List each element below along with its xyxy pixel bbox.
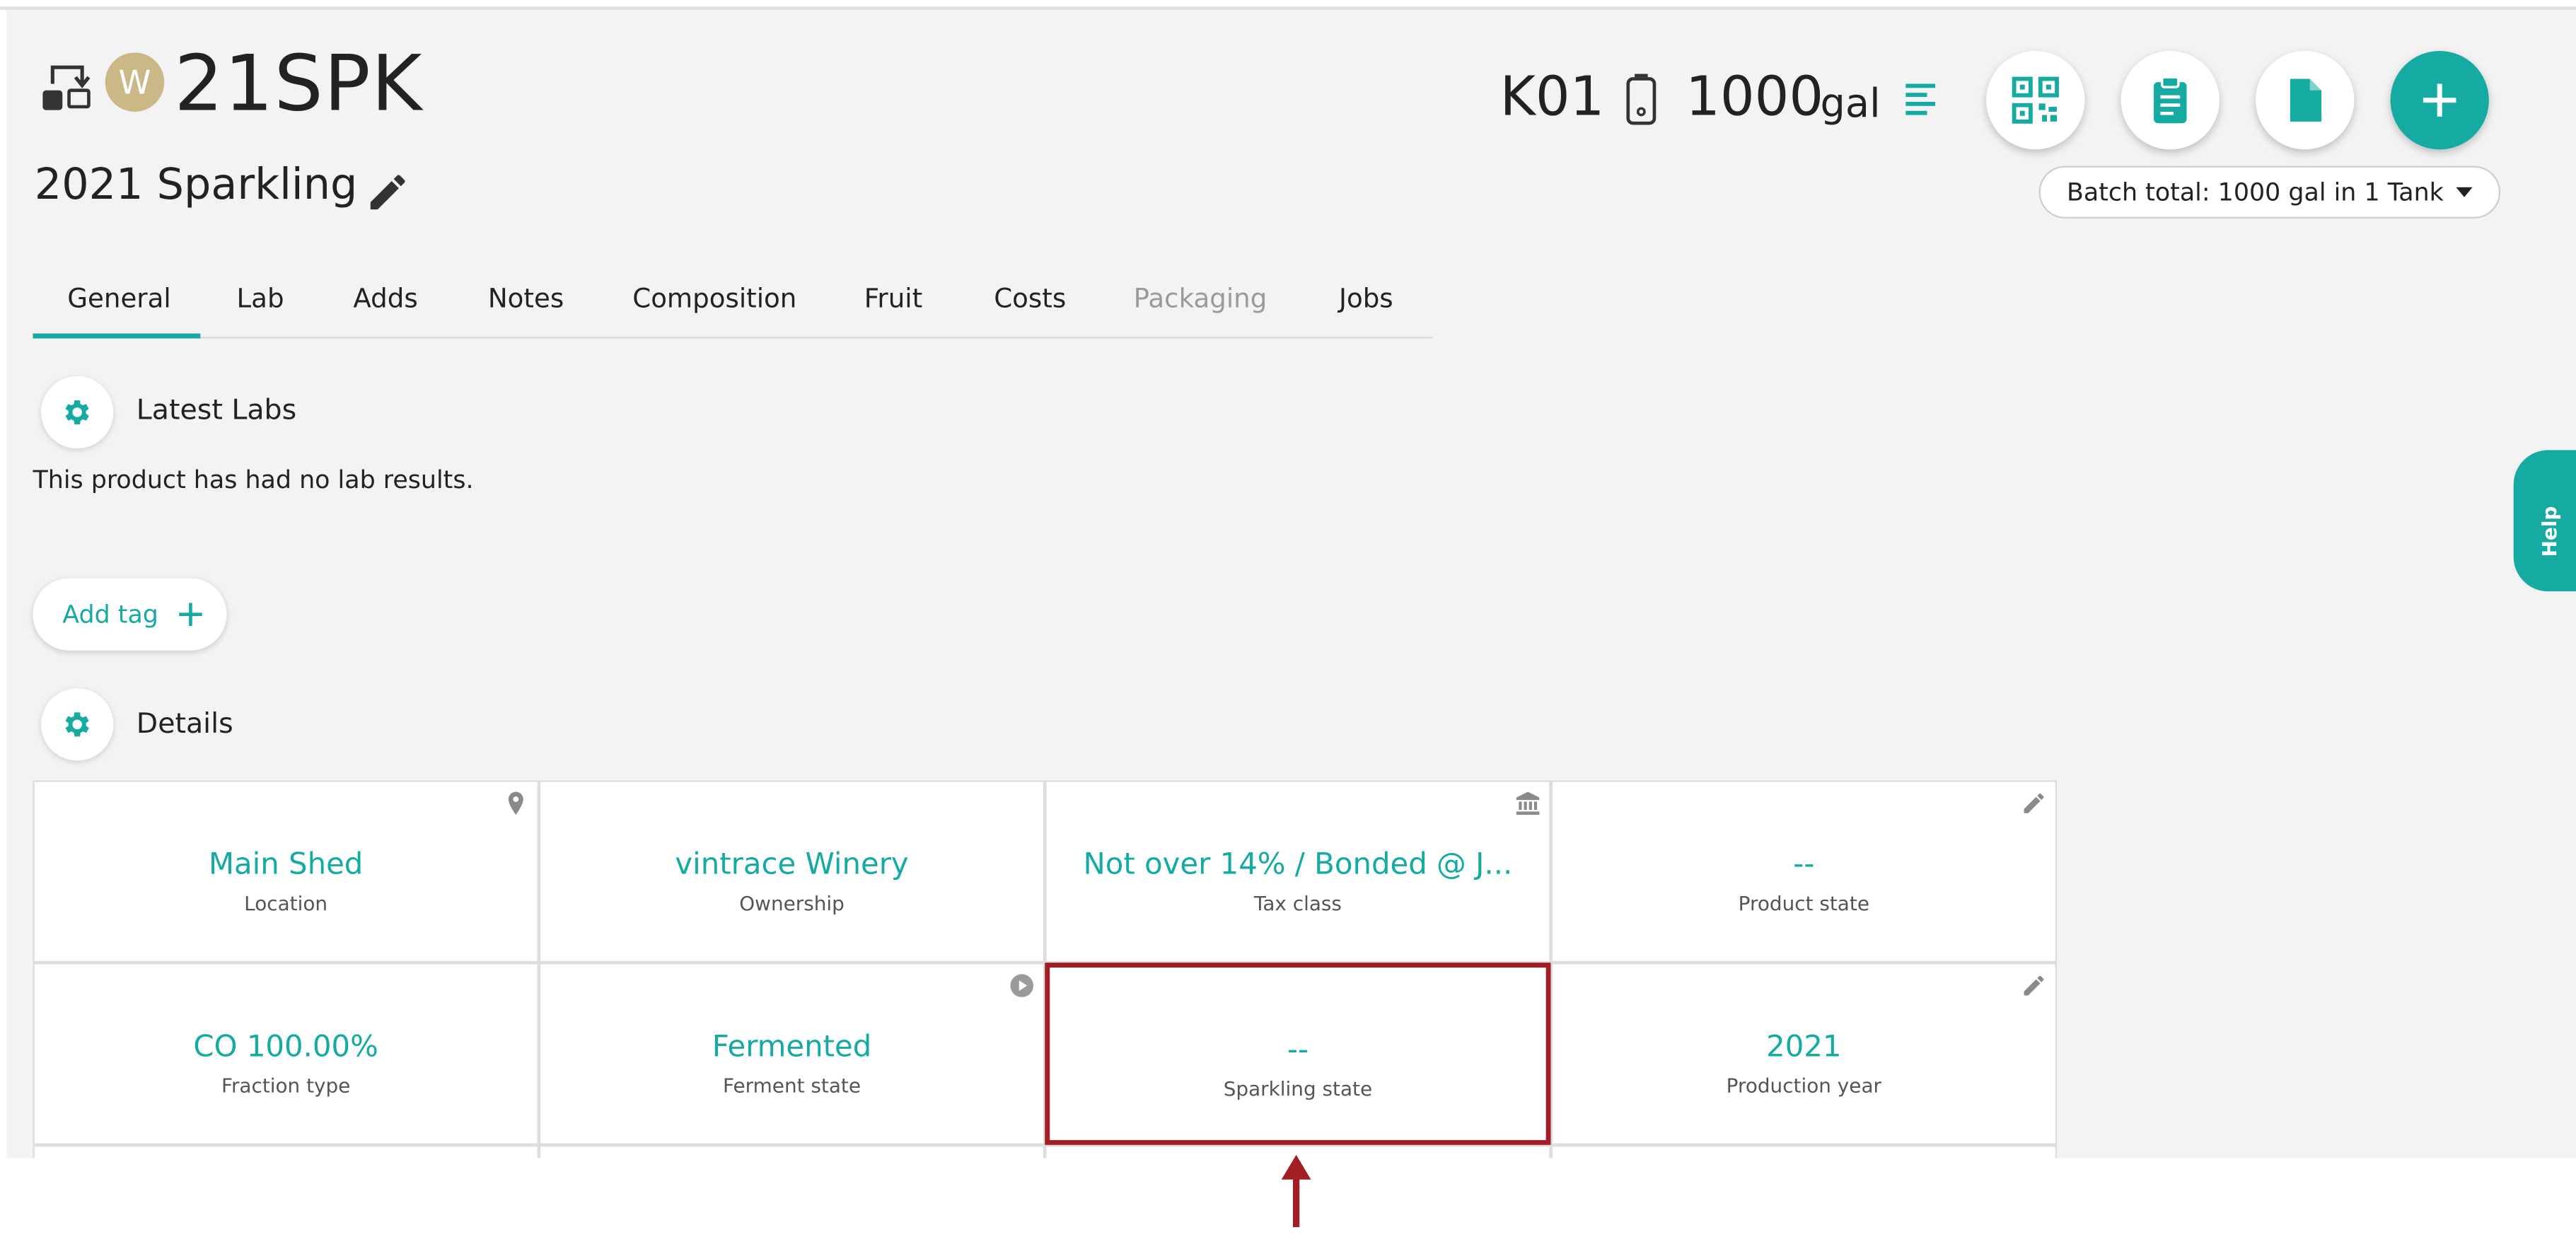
detail-label: Ferment state (723, 1074, 861, 1098)
plus-icon (179, 603, 202, 626)
batch-total-dropdown[interactable]: Batch total: 1000 gal in 1 Tank (2038, 165, 2501, 219)
help-label: Help (2538, 506, 2562, 557)
gear-icon (65, 712, 89, 737)
detail-label: Location (244, 892, 328, 915)
detail-value: CO 100.00% (193, 1030, 378, 1065)
pencil-icon[interactable] (2021, 790, 2047, 816)
add-tag-label: Add tag (62, 599, 158, 629)
location-pin-icon[interactable] (503, 790, 529, 816)
detail-card-production-year[interactable]: 2021 Production year (1550, 963, 2058, 1145)
details-list-icon[interactable] (1903, 79, 1945, 121)
tab-composition[interactable]: Composition (632, 283, 796, 314)
details-settings-button[interactable] (41, 688, 114, 761)
detail-label: Sparkling state (1223, 1077, 1373, 1101)
detail-card-partial (33, 1144, 539, 1158)
tab-fruit[interactable]: Fruit (864, 283, 922, 314)
tank-icon (1626, 74, 1657, 125)
plus-icon (2423, 83, 2456, 117)
detail-card-ferment-state[interactable]: Fermented Ferment state (538, 963, 1045, 1145)
chevron-down-icon (2456, 187, 2473, 197)
qr-code-button[interactable] (1986, 51, 2085, 150)
batch-panel: W 21SPK 2021 Sparkling K01 1000 gal Batc… (6, 9, 2576, 1158)
document-icon (2290, 79, 2321, 122)
detail-card-location[interactable]: Main Shed Location (33, 780, 539, 963)
detail-label: Tax class (1253, 892, 1342, 915)
detail-value: Fermented (712, 1030, 872, 1065)
detail-value: -- (1793, 847, 1815, 883)
bank-icon[interactable] (1515, 790, 1541, 816)
detail-card-ownership[interactable]: vintrace Winery Ownership (538, 780, 1045, 963)
detail-label: Ownership (739, 892, 845, 915)
document-button[interactable] (2256, 51, 2355, 150)
clipboard-button[interactable] (2120, 51, 2220, 150)
tab-notes[interactable]: Notes (488, 283, 564, 314)
detail-value: -- (1287, 1033, 1309, 1068)
detail-card-tax-class[interactable]: Not over 14% / Bonded @ J... Tax class (1045, 780, 1551, 963)
detail-card-fraction-type[interactable]: CO 100.00% Fraction type (33, 963, 539, 1145)
detail-label: Fraction type (221, 1074, 351, 1098)
edit-name-pencil-icon[interactable] (365, 169, 411, 215)
help-tab[interactable]: Help (2513, 450, 2576, 592)
gear-icon (65, 400, 89, 425)
add-tag-button[interactable]: Add tag (33, 578, 227, 651)
latest-labs-title: Latest Labs (136, 394, 297, 427)
detail-value: Not over 14% / Bonded @ J... (1083, 847, 1513, 883)
details-title: Details (136, 708, 233, 741)
active-tab-indicator (33, 333, 201, 339)
pencil-icon[interactable] (2021, 972, 2047, 999)
labs-settings-button[interactable] (41, 376, 114, 449)
tab-lab[interactable]: Lab (236, 283, 284, 314)
transfer-icon[interactable] (36, 54, 102, 120)
owner-avatar: W (105, 52, 165, 112)
details-grid: Main Shed Location vintrace Winery Owner… (33, 780, 2058, 1158)
clipboard-icon (2154, 76, 2187, 124)
page-root: W 21SPK 2021 Sparkling K01 1000 gal Batc… (0, 0, 2576, 1237)
detail-card-partial (538, 1144, 1045, 1158)
detail-label: Product state (1738, 892, 1869, 915)
batch-name: 2021 Sparkling (34, 161, 358, 211)
detail-value: vintrace Winery (675, 847, 909, 883)
qr-code-icon (2012, 76, 2059, 124)
detail-label: Production year (1726, 1074, 1881, 1098)
tab-adds[interactable]: Adds (353, 283, 417, 314)
tab-jobs[interactable]: Jobs (1339, 283, 1393, 314)
tab-costs[interactable]: Costs (994, 283, 1066, 314)
tab-general[interactable]: General (67, 283, 170, 314)
tab-packaging: Packaging (1133, 282, 1267, 314)
detail-value: 2021 (1766, 1030, 1842, 1065)
detail-card-sparkling-state[interactable]: -- Sparkling state (1045, 963, 1551, 1145)
detail-value: Main Shed (208, 847, 364, 883)
volume-value: 1000 (1686, 64, 1824, 129)
detail-card-product-state[interactable]: -- Product state (1550, 780, 2058, 963)
tab-bar: General Lab Adds Notes Composition Fruit… (33, 273, 1433, 339)
batch-code: 21SPK (174, 39, 423, 130)
add-action-button[interactable] (2390, 51, 2489, 150)
annotation-arrow-icon (1281, 1154, 1311, 1228)
batch-total-label: Batch total: 1000 gal in 1 Tank (2066, 177, 2444, 207)
play-circle-icon[interactable] (1009, 972, 1035, 999)
detail-card-partial (1550, 1144, 2058, 1158)
vessel-code[interactable]: K01 (1500, 64, 1605, 129)
volume-unit: gal (1820, 80, 1881, 127)
no-lab-results-text: This product has had no lab results. (33, 465, 474, 495)
